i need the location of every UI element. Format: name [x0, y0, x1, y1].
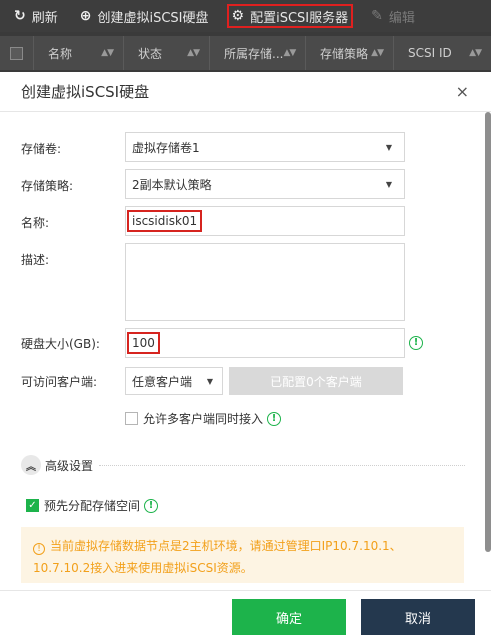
sort-icon: ▲▼ [283, 48, 296, 58]
scrollbar[interactable] [485, 112, 491, 552]
advanced-settings-label: 高级设置 [45, 458, 94, 473]
refresh-button[interactable]: ↻ 刷新 [10, 4, 62, 28]
column-header-policy[interactable]: 存储策略 ▲▼ [306, 36, 394, 70]
cancel-button[interactable]: 取消 [361, 599, 475, 635]
clients-select[interactable]: 任意客户端 ▼ [125, 367, 223, 395]
sort-icon: ▲▼ [469, 48, 482, 58]
info-icon[interactable]: ! [144, 498, 159, 513]
allow-multi-client-label: 允许多客户端同时接入 [143, 412, 264, 426]
ok-button[interactable]: 确定 [232, 599, 346, 635]
size-value: 100 [127, 332, 160, 354]
column-header-storage[interactable]: 所属存储... ▲▼ [210, 36, 306, 70]
notice-text: 当前虚拟存储数据节点是2主机环境，请通过管理口IP10.7.10.1、10.7.… [33, 539, 402, 575]
dialog-title: 创建虚拟iSCSI硬盘 [21, 83, 150, 101]
info-icon[interactable]: ! [409, 336, 423, 350]
refresh-icon: ↻ [14, 8, 26, 24]
volume-value: 虚拟存储卷1 [132, 140, 200, 155]
preallocate-label: 预先分配存储空间 [44, 499, 141, 513]
clients-label: 可访问客户端: [21, 375, 98, 389]
close-icon[interactable]: × [456, 82, 469, 101]
edit-button[interactable]: ✎ 编辑 [367, 4, 419, 28]
preallocate-checkbox[interactable]: ✓ [26, 499, 39, 512]
configured-clients-button[interactable]: 已配置0个客户端 [229, 367, 403, 395]
column-header-scsi-id[interactable]: SCSI ID ▲▼ [394, 36, 491, 70]
allow-multi-client-option[interactable]: 允许多客户端同时接入 ! [125, 410, 282, 427]
description-row: 描述: [21, 251, 125, 268]
column-header-status[interactable]: 状态 ▲▼ [124, 36, 210, 70]
sort-icon: ▲▼ [371, 48, 384, 58]
preallocate-option[interactable]: ✓ 预先分配存储空间 ! [26, 497, 159, 514]
table-header: 名称 ▲▼ 状态 ▲▼ 所属存储... ▲▼ 存储策略 ▲▼ SCSI ID ▲▼ [0, 36, 491, 70]
policy-value: 2副本默认策略 [132, 177, 212, 192]
chevron-up-icon: ︽ [21, 455, 41, 475]
name-value: iscsidisk01 [127, 210, 203, 232]
advanced-settings-toggle[interactable]: ︽ 高级设置 [21, 455, 465, 475]
divider [99, 464, 465, 466]
info-icon[interactable]: ! [267, 411, 282, 426]
policy-select[interactable]: 2副本默认策略 ▼ [125, 169, 405, 199]
dialog-header: 创建虚拟iSCSI硬盘 × [0, 72, 491, 112]
create-iscsi-disk-dialog: 创建虚拟iSCSI硬盘 × 存储卷: 虚拟存储卷1 ▼ 存储策略: 2副本默认策… [0, 72, 491, 641]
allow-multi-client-checkbox[interactable] [125, 412, 138, 425]
gear-icon: ⚙ [231, 8, 245, 24]
select-all-checkbox[interactable] [0, 36, 34, 70]
configure-iscsi-server-button[interactable]: ⚙ 配置iSCSI服务器 [226, 4, 354, 28]
caret-down-icon: ▼ [206, 376, 213, 386]
clients-row: 可访问客户端: [21, 373, 125, 390]
caret-down-icon: ▼ [385, 142, 392, 152]
refresh-label: 刷新 [31, 10, 58, 26]
toolbar: ↻ 刷新 ⊕ 创建虚拟iSCSI硬盘 ⚙ 配置iSCSI服务器 ✎ 编辑 [0, 0, 491, 32]
column-header-name[interactable]: 名称 ▲▼ [34, 36, 124, 70]
sort-icon: ▲▼ [187, 48, 200, 58]
create-iscsi-disk-button[interactable]: ⊕ 创建虚拟iSCSI硬盘 [76, 4, 213, 28]
sort-icon: ▲▼ [101, 48, 114, 58]
configure-iscsi-server-label: 配置iSCSI服务器 [250, 10, 349, 26]
create-iscsi-disk-label: 创建虚拟iSCSI硬盘 [97, 10, 209, 26]
size-row: 硬盘大小(GB): [21, 335, 125, 352]
volume-select[interactable]: 虚拟存储卷1 ▼ [125, 132, 405, 162]
notice-box: ! 当前虚拟存储数据节点是2主机环境，请通过管理口IP10.7.10.1、10.7… [21, 527, 464, 583]
size-label: 硬盘大小(GB): [21, 337, 100, 351]
plus-circle-icon: ⊕ [79, 8, 92, 24]
volume-label: 存储卷: [21, 142, 62, 156]
name-input[interactable]: iscsidisk01 [125, 206, 405, 236]
policy-label: 存储策略: [21, 179, 74, 193]
pencil-icon: ✎ [371, 8, 383, 24]
size-input[interactable]: 100 [125, 328, 405, 358]
policy-row: 存储策略: [21, 177, 125, 194]
info-icon: ! [33, 543, 45, 555]
name-row: 名称: [21, 214, 125, 231]
volume-row: 存储卷: [21, 140, 125, 157]
description-textarea[interactable] [125, 243, 405, 321]
edit-label: 编辑 [388, 10, 415, 26]
dialog-footer: 确定 取消 [0, 590, 491, 641]
name-label: 名称: [21, 216, 50, 230]
caret-down-icon: ▼ [385, 179, 392, 189]
clients-value: 任意客户端 [132, 374, 193, 389]
description-label: 描述: [21, 253, 50, 267]
